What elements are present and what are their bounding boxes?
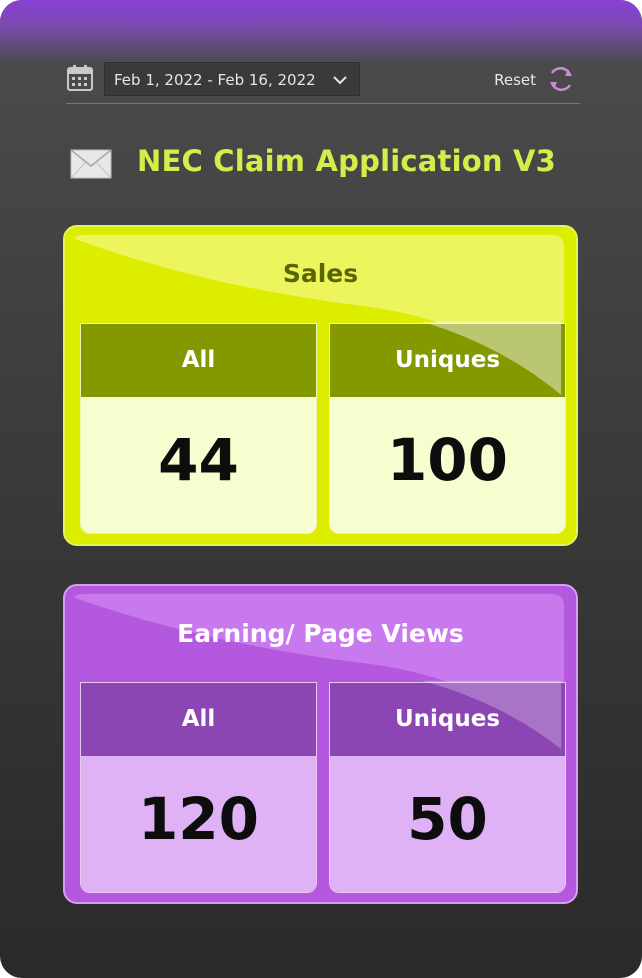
page-title: NEC Claim Application V3 [137,144,556,178]
earning-all-stat: All 120 [80,682,317,893]
app-screen: Feb 1, 2022 - Feb 16, 2022 Reset NEC Cla… [0,0,642,978]
stat-value: 100 [330,397,565,533]
refresh-icon [550,66,572,92]
earning-title: Earning/ Page Views [177,619,464,648]
stat-label: Uniques [330,683,565,756]
stat-label: Uniques [330,324,565,397]
header-divider [66,103,580,104]
sales-card: Sales All 44 Uniques 100 [63,225,578,546]
earning-card: Earning/ Page Views All 120 Uniques 50 [63,584,578,904]
top-bar [0,0,642,64]
date-filter-row: Feb 1, 2022 - Feb 16, 2022 Reset [66,62,580,96]
date-range-value: Feb 1, 2022 - Feb 16, 2022 [114,71,316,89]
earning-uniques-stat: Uniques 50 [329,682,566,893]
stat-value: 44 [81,397,316,533]
sales-title: Sales [282,259,359,288]
stat-value: 50 [330,756,565,892]
stat-label: All [81,324,316,397]
date-range-select[interactable]: Feb 1, 2022 - Feb 16, 2022 [104,62,360,96]
reset-label: Reset [494,71,536,89]
sales-uniques-stat: Uniques 100 [329,323,566,534]
sales-all-stat: All 44 [80,323,317,534]
chevron-down-icon [333,76,347,85]
mail-icon [70,149,112,179]
calendar-icon[interactable] [66,64,94,92]
stat-value: 120 [81,756,316,892]
stat-label: All [81,683,316,756]
